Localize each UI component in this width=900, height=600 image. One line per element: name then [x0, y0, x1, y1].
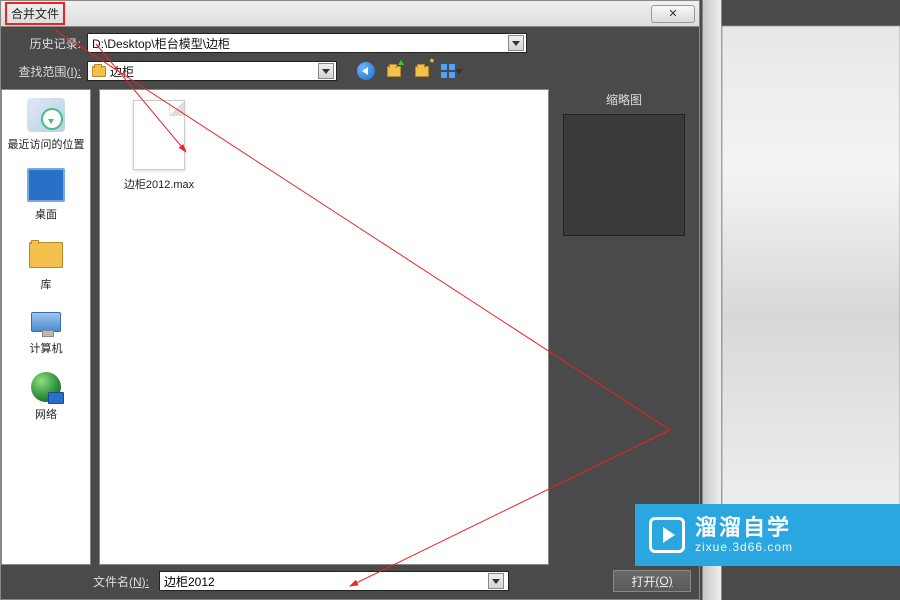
close-icon: ✕ [668, 7, 677, 20]
network-icon [31, 372, 61, 402]
history-row: 历史记录: D:\Desktop\柜台模型\边柜 [1, 27, 699, 55]
history-value: D:\Desktop\柜台模型\边柜 [92, 35, 230, 52]
dialog-titlebar: 合并文件 ✕ [1, 1, 699, 27]
history-label: 历史记录: [9, 35, 81, 52]
thumbnail-preview [563, 114, 685, 236]
library-icon [27, 238, 65, 272]
recent-places-icon [27, 98, 65, 132]
close-button[interactable]: ✕ [651, 5, 695, 23]
sidebar-item-library[interactable]: 库 [2, 238, 90, 292]
play-icon [649, 517, 685, 553]
scope-combo[interactable]: 边柜 [87, 61, 337, 81]
history-combo[interactable]: D:\Desktop\柜台模型\边柜 [87, 33, 527, 53]
desktop-icon [27, 168, 65, 202]
folder-icon [92, 66, 106, 77]
scope-value: 边柜 [110, 63, 314, 80]
watermark: 溜溜自学 zixue.3d66.com [635, 504, 900, 566]
chevron-down-icon [488, 573, 504, 589]
background-app [722, 26, 900, 506]
folder-up-icon[interactable] [385, 62, 403, 80]
sidebar-item-recent[interactable]: 最近访问的位置 [2, 98, 90, 152]
file-thumb-icon [133, 100, 185, 170]
view-mode-button[interactable] [441, 62, 463, 80]
filename-input[interactable]: 边柜2012 [159, 571, 509, 591]
filename-label: 文件名(N): [9, 573, 149, 590]
dialog-footer: 文件名(N): 边柜2012 打开(O) [1, 565, 699, 599]
scope-row: 查找范围(I): 边柜 [1, 55, 699, 83]
file-list-pane[interactable]: 边柜2012.max [99, 89, 549, 565]
grid-icon [441, 64, 455, 78]
sidebar-item-computer[interactable]: 计算机 [2, 308, 90, 356]
sidebar-item-desktop[interactable]: 桌面 [2, 168, 90, 222]
scope-label: 查找范围(I): [9, 63, 81, 80]
open-button[interactable]: 打开(O) [613, 570, 691, 592]
new-folder-icon[interactable] [413, 62, 431, 80]
dialog-body: 最近访问的位置 桌面 库 计算机 网络 边柜2012.max [1, 83, 699, 565]
computer-icon [30, 308, 62, 336]
merge-file-dialog: 合并文件 ✕ 历史记录: D:\Desktop\柜台模型\边柜 查找范围(I):… [0, 0, 700, 600]
filename-value: 边柜2012 [164, 573, 215, 590]
file-item[interactable]: 边柜2012.max [110, 100, 208, 192]
watermark-url: zixue.3d66.com [695, 541, 793, 555]
chevron-down-icon [455, 69, 463, 74]
chevron-down-icon [318, 63, 334, 79]
sidebar-item-network[interactable]: 网络 [2, 372, 90, 422]
chevron-down-icon [508, 35, 524, 51]
preview-pane: 缩略图 [557, 89, 691, 565]
preview-title: 缩略图 [606, 91, 642, 108]
places-sidebar: 最近访问的位置 桌面 库 计算机 网络 [1, 89, 91, 565]
dialog-title: 合并文件 [5, 2, 65, 25]
watermark-title: 溜溜自学 [695, 515, 793, 540]
file-name-label: 边柜2012.max [124, 176, 194, 192]
back-icon[interactable] [357, 62, 375, 80]
folder-toolbar [357, 62, 463, 80]
